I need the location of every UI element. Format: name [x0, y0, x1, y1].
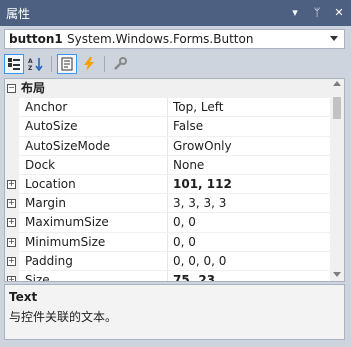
lightning-icon: [84, 57, 94, 71]
property-row-size[interactable]: + Size 75, 23: [5, 270, 344, 281]
close-icon[interactable]: ✕: [331, 4, 347, 20]
property-grid: − 布局 Anchor Top, Left AutoSize False Aut…: [4, 78, 345, 282]
expand-icon[interactable]: +: [7, 237, 16, 247]
property-name: Size: [21, 270, 168, 281]
property-row-autosizemode[interactable]: AutoSizeMode GrowOnly: [5, 136, 344, 156]
property-value[interactable]: None: [173, 156, 204, 175]
property-name: AutoSize: [21, 117, 168, 136]
scroll-up-icon[interactable]: [333, 81, 341, 86]
toolbar-separator: [104, 56, 105, 72]
title-buttons: ▾ ᛘ ✕: [287, 4, 347, 20]
category-row[interactable]: − 布局: [5, 79, 344, 99]
object-type: System.Windows.Forms.Button: [67, 32, 254, 46]
property-value[interactable]: 0, 0, 0, 0: [173, 252, 226, 271]
object-selector[interactable]: button1 System.Windows.Forms.Button: [4, 29, 345, 49]
property-value[interactable]: 0, 0: [173, 213, 196, 232]
vertical-scrollbar[interactable]: [330, 79, 344, 281]
svg-text:A: A: [28, 58, 33, 65]
property-row-minimumsize[interactable]: + MinimumSize 0, 0: [5, 232, 344, 252]
property-name: Padding: [21, 251, 168, 270]
property-toolbar: A Z: [4, 52, 345, 76]
property-name: AutoSizeMode: [21, 136, 168, 155]
expand-icon[interactable]: +: [7, 218, 16, 228]
property-row-padding[interactable]: + Padding 0, 0, 0, 0: [5, 251, 344, 271]
property-value[interactable]: GrowOnly: [173, 137, 232, 156]
chevron-down-icon: [330, 36, 338, 41]
property-row-maximumsize[interactable]: + MaximumSize 0, 0: [5, 213, 344, 233]
property-value[interactable]: 75, 23: [173, 271, 215, 281]
scroll-thumb[interactable]: [333, 97, 341, 119]
wrench-icon: [114, 57, 127, 70]
properties-window: 属性 ▾ ᛘ ✕ button1 System.Windows.Forms.Bu…: [0, 0, 351, 347]
property-name: MinimumSize: [21, 232, 168, 251]
property-value[interactable]: False: [173, 117, 203, 136]
description-text: 与控件关联的文本。: [9, 310, 118, 324]
svg-text:Z: Z: [28, 65, 33, 71]
property-name: Dock: [21, 155, 168, 174]
pin-icon[interactable]: ᛘ: [309, 4, 325, 20]
property-value[interactable]: Top, Left: [173, 98, 223, 117]
property-value[interactable]: 0, 0: [173, 233, 196, 252]
property-row-autosize[interactable]: AutoSize False: [5, 117, 344, 137]
property-row-location[interactable]: + Location 101, 112: [5, 174, 344, 195]
sort-az-icon: A Z: [28, 58, 43, 71]
property-name: Location: [21, 174, 168, 194]
property-name: Anchor: [21, 98, 168, 117]
categorized-icon: [8, 58, 20, 70]
expand-icon[interactable]: +: [7, 275, 16, 281]
property-row-margin[interactable]: + Margin 3, 3, 3, 3: [5, 194, 344, 214]
property-row-anchor[interactable]: Anchor Top, Left: [5, 98, 344, 118]
dropdown-icon[interactable]: ▾: [287, 4, 303, 20]
description-pane: Text 与控件关联的文本。: [4, 284, 345, 340]
expand-icon[interactable]: +: [7, 179, 16, 189]
object-name: button1: [9, 32, 63, 46]
property-name: MaximumSize: [21, 213, 168, 232]
categorized-button[interactable]: [4, 54, 24, 74]
category-label: 布局: [21, 81, 46, 95]
properties-icon: [61, 57, 73, 71]
property-name: Margin: [21, 194, 168, 213]
collapse-icon[interactable]: −: [7, 84, 16, 93]
property-value[interactable]: 3, 3, 3, 3: [173, 194, 226, 213]
title-bar: 属性 ▾ ᛘ ✕: [0, 0, 351, 26]
description-title: Text: [9, 290, 38, 304]
expand-icon[interactable]: +: [7, 256, 16, 266]
property-pages-button[interactable]: [110, 54, 130, 74]
events-button[interactable]: [79, 54, 99, 74]
property-value[interactable]: 101, 112: [173, 175, 232, 194]
toolbar-separator: [51, 56, 52, 72]
expand-icon[interactable]: +: [7, 199, 16, 209]
window-title: 属性: [6, 7, 31, 21]
scroll-down-icon[interactable]: [333, 272, 341, 277]
properties-button[interactable]: [57, 54, 77, 74]
alphabetical-button[interactable]: A Z: [26, 54, 46, 74]
property-row-dock[interactable]: Dock None: [5, 155, 344, 175]
